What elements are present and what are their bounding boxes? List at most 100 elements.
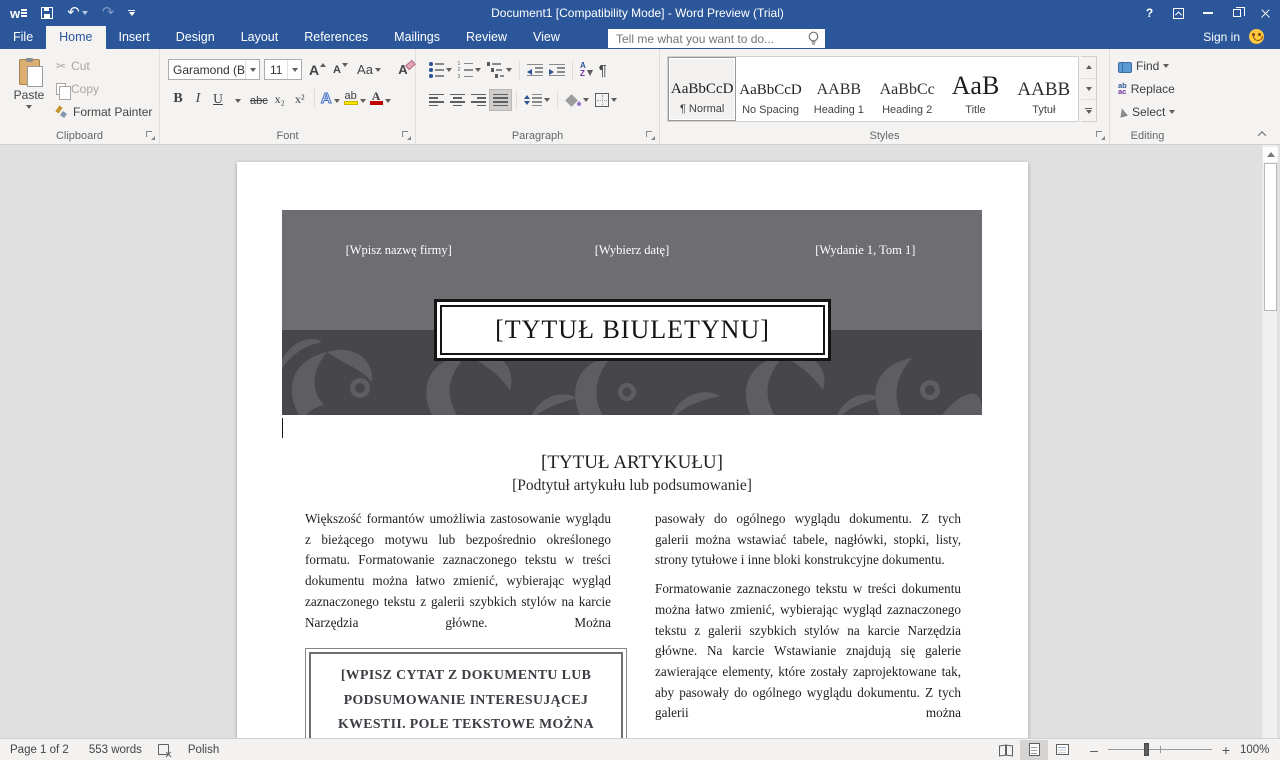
font-color-button[interactable]: A xyxy=(368,87,393,109)
style-heading-2[interactable]: AaBbCc Heading 2 xyxy=(873,57,941,121)
feedback-smiley-icon[interactable] xyxy=(1249,29,1264,44)
tell-me-input[interactable] xyxy=(608,32,807,46)
tell-me-box[interactable] xyxy=(608,29,825,48)
font-dialog-launcher-icon[interactable] xyxy=(402,131,411,140)
shading-button[interactable] xyxy=(562,89,592,111)
right-text-column[interactable]: pasowały do ogólnego wyglądu dokumentu. … xyxy=(655,509,961,724)
tab-review[interactable]: Review xyxy=(453,26,520,49)
bullets-button[interactable] xyxy=(426,59,455,81)
replace-button[interactable]: abac Replace xyxy=(1118,82,1175,96)
article-title[interactable]: [TYTUŁ ARTYKUŁU] xyxy=(282,452,982,474)
find-button[interactable]: Find xyxy=(1118,59,1169,73)
underline-button[interactable]: U xyxy=(208,87,228,109)
ribbon-display-options-button[interactable] xyxy=(1164,0,1193,26)
language-indicator[interactable]: Polish xyxy=(178,744,229,756)
multilevel-list-button[interactable] xyxy=(484,59,516,81)
date-placeholder[interactable]: [Wybierz datę] xyxy=(515,243,748,258)
zoom-slider[interactable] xyxy=(1108,749,1212,750)
find-dropdown-arrow[interactable] xyxy=(1163,64,1169,68)
tab-mailings[interactable]: Mailings xyxy=(381,26,453,49)
select-button[interactable]: Select xyxy=(1118,105,1175,119)
clear-formatting-button[interactable]: A xyxy=(392,59,414,80)
tab-references[interactable]: References xyxy=(291,26,381,49)
decrease-indent-button[interactable] xyxy=(524,59,546,81)
align-right-button[interactable] xyxy=(468,89,489,111)
zoom-in-button[interactable]: + xyxy=(1220,742,1232,758)
style-normal[interactable]: AaBbCcD ¶ Normal xyxy=(668,57,736,121)
strikethrough-button[interactable]: abc xyxy=(248,87,270,109)
highlight-button[interactable]: ab xyxy=(342,87,368,109)
close-button[interactable] xyxy=(1251,0,1280,26)
help-button[interactable]: ? xyxy=(1135,0,1164,26)
paste-dropdown-arrow[interactable] xyxy=(26,105,32,109)
zoom-slider-handle[interactable] xyxy=(1144,743,1149,756)
format-painter-button[interactable]: Format Painter xyxy=(56,105,152,119)
web-layout-button[interactable] xyxy=(1048,740,1076,760)
paragraph-dialog-launcher-icon[interactable] xyxy=(646,131,655,140)
vertical-scrollbar[interactable] xyxy=(1262,145,1277,738)
save-icon[interactable] xyxy=(41,7,53,19)
redo-icon[interactable]: ↷ xyxy=(102,6,115,20)
undo-dropdown-arrow[interactable] xyxy=(82,11,88,15)
page-indicator[interactable]: Page 1 of 2 xyxy=(0,744,79,756)
font-size-combobox[interactable]: 11 xyxy=(264,59,302,80)
styles-scroll-down-button[interactable] xyxy=(1081,79,1096,101)
tab-layout[interactable]: Layout xyxy=(228,26,292,49)
qat-customize-button[interactable] xyxy=(128,10,135,17)
zoom-out-button[interactable]: – xyxy=(1088,742,1100,758)
read-mode-button[interactable] xyxy=(992,740,1020,760)
tab-insert[interactable]: Insert xyxy=(106,26,163,49)
underline-dropdown-arrow[interactable] xyxy=(228,87,248,109)
restore-button[interactable] xyxy=(1222,0,1251,26)
edition-placeholder[interactable]: [Wydanie 1, Tom 1] xyxy=(749,243,982,258)
scrollbar-thumb[interactable] xyxy=(1264,163,1277,311)
change-case-button[interactable]: Aa xyxy=(354,59,384,80)
zoom-percentage[interactable]: 100% xyxy=(1240,744,1280,756)
collapse-ribbon-button[interactable] xyxy=(1256,129,1268,139)
word-count[interactable]: 553 words xyxy=(79,744,152,756)
numbering-button[interactable]: 1 2 3 xyxy=(455,59,484,81)
justify-button[interactable] xyxy=(489,89,512,111)
style-tytul[interactable]: AABB Tytuł xyxy=(1010,57,1078,121)
clipboard-dialog-launcher-icon[interactable] xyxy=(146,131,155,140)
sort-button[interactable]: AZ xyxy=(577,59,596,81)
superscript-button[interactable]: x² xyxy=(290,87,310,109)
scroll-up-button[interactable] xyxy=(1263,147,1278,162)
font-name-combobox[interactable]: Garamond (Bo xyxy=(168,59,260,80)
proofing-errors-icon[interactable] xyxy=(158,744,172,756)
cut-button[interactable]: ✂ Cut xyxy=(56,59,90,73)
minimize-button[interactable] xyxy=(1193,0,1222,26)
tab-home[interactable]: Home xyxy=(46,26,105,49)
tab-file[interactable]: File xyxy=(0,26,46,49)
bold-button[interactable]: B xyxy=(168,87,188,109)
font-name-dropdown-arrow[interactable] xyxy=(245,60,259,79)
undo-button[interactable]: ↶ xyxy=(67,6,88,20)
subscript-button[interactable]: x₂ xyxy=(270,87,290,109)
newsletter-title-box[interactable]: [TYTUŁ BIULETYNU] xyxy=(434,299,831,361)
styles-more-button[interactable] xyxy=(1081,100,1096,121)
increase-indent-button[interactable] xyxy=(546,59,568,81)
shrink-font-button[interactable]: A xyxy=(330,59,350,80)
article-subtitle[interactable]: [Podtytuł artykułu lub podsumowanie] xyxy=(282,477,982,495)
sign-in-link[interactable]: Sign in xyxy=(1203,30,1240,44)
highlight-dropdown-arrow[interactable] xyxy=(360,99,366,103)
styles-scroll-up-button[interactable] xyxy=(1081,57,1096,79)
grow-font-button[interactable]: A xyxy=(306,59,328,80)
font-size-dropdown-arrow[interactable] xyxy=(287,60,301,79)
left-text-column[interactable]: Większość formantów umożliwia zastosowan… xyxy=(305,509,611,633)
text-effects-button[interactable]: A xyxy=(319,87,342,109)
company-name-placeholder[interactable]: [Wpisz nazwę firmy] xyxy=(282,243,515,258)
show-hide-marks-button[interactable]: ¶ xyxy=(596,59,610,81)
styles-dialog-launcher-icon[interactable] xyxy=(1096,131,1105,140)
style-no-spacing[interactable]: AaBbCcD No Spacing xyxy=(736,57,804,121)
document-page[interactable]: [Wpisz nazwę firmy] [Wybierz datę] [Wyda… xyxy=(237,162,1028,738)
copy-button[interactable]: Copy xyxy=(56,82,99,96)
align-center-button[interactable] xyxy=(447,89,468,111)
font-color-dropdown-arrow[interactable] xyxy=(385,99,391,103)
print-layout-button[interactable] xyxy=(1020,740,1048,760)
align-left-button[interactable] xyxy=(426,89,447,111)
text-effects-dropdown-arrow[interactable] xyxy=(334,99,340,103)
borders-button[interactable] xyxy=(592,89,620,111)
style-title[interactable]: AaB Title xyxy=(941,57,1009,121)
italic-button[interactable]: I xyxy=(188,87,208,109)
